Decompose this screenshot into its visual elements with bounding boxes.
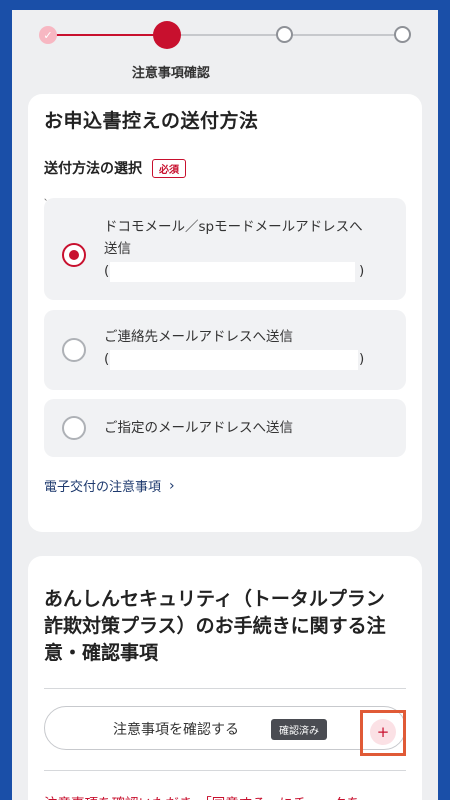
- confirm-notes-button[interactable]: 注意事項を確認する 確認済み: [44, 706, 406, 750]
- screen: ✓ 注意事項確認 お申込書控えの送付方法 送付方法の選択 必須 、 ドコモメール…: [12, 10, 438, 800]
- option-specified-mail[interactable]: ご指定のメールアドレスへ送信: [44, 399, 406, 457]
- option-contact-mail[interactable]: ご連絡先メールアドレスへ送信 ( ): [44, 310, 406, 390]
- confirmed-badge: 確認済み: [271, 719, 327, 740]
- step-3-pending: [276, 26, 293, 43]
- radio-docomo-mail[interactable]: [62, 243, 86, 267]
- option-docomo-mail-line2: 送信: [104, 241, 131, 257]
- check-icon: ✓: [43, 28, 53, 42]
- radio-contact-mail[interactable]: [62, 338, 86, 362]
- option-specified-mail-text: ご指定のメールアドレスへ送信: [104, 420, 293, 436]
- paren-close: ): [359, 351, 365, 367]
- current-step-label: 注意事項確認: [131, 66, 210, 81]
- option-docomo-mail-line1: ドコモメール／spモードメールアドレスへ: [104, 219, 363, 235]
- masked-email: ( ): [104, 348, 388, 370]
- redaction-mask: [110, 350, 358, 370]
- stepper-line-done: [47, 34, 167, 36]
- option-docomo-mail-text: ドコモメール／spモードメールアドレスへ 送信 ( ): [104, 216, 388, 282]
- security-title: あんしんセキュリティ（トータルプラン 詐欺対策プラス）のお手続きに関する注意・確…: [44, 588, 386, 664]
- e-delivery-notes-link[interactable]: 電子交付の注意事項 ›: [44, 476, 175, 496]
- required-badge: 必須: [152, 158, 186, 178]
- delivery-select-label-text: 送付方法の選択: [44, 161, 142, 177]
- expand-plus-icon[interactable]: +: [370, 719, 396, 745]
- security-notes-card: あんしんセキュリティ（トータルプラン 詐欺対策プラス）のお手続きに関する注意・確…: [28, 556, 422, 800]
- step-4-pending: [394, 26, 411, 43]
- option-docomo-mail[interactable]: ドコモメール／spモードメールアドレスへ 送信 ( ): [44, 198, 406, 300]
- delivery-select-label: 送付方法の選択 必須: [44, 158, 186, 178]
- confirm-notes-label: 注意事項を確認する: [113, 722, 239, 738]
- e-delivery-notes-link-text[interactable]: 電子交付の注意事項: [44, 476, 161, 495]
- paren-open: (: [104, 351, 110, 367]
- paren-open: (: [104, 263, 110, 279]
- delivery-method-card: お申込書控えの送付方法 送付方法の選択 必須 、 ドコモメール／spモードメール…: [28, 94, 422, 532]
- step-1-completed: ✓: [39, 26, 57, 44]
- chevron-right-icon: ›: [169, 477, 175, 494]
- option-contact-mail-text: ご連絡先メールアドレスへ送信 ( ): [104, 326, 388, 370]
- agreement-instruction-text: 注意事項を確認いただき、「同意する」にチェックを: [44, 792, 360, 800]
- redaction-mask: [110, 262, 355, 282]
- masked-email: ( ): [104, 260, 388, 282]
- delivery-title: お申込書控えの送付方法: [44, 110, 259, 132]
- divider: [44, 770, 406, 771]
- progress-stepper: ✓ 注意事項確認: [12, 10, 438, 88]
- paren-close: ): [359, 263, 365, 279]
- step-2-current: [153, 21, 181, 49]
- radio-specified-mail[interactable]: [62, 416, 86, 440]
- option-contact-mail-line1: ご連絡先メールアドレスへ送信: [104, 329, 293, 345]
- divider: [44, 688, 406, 689]
